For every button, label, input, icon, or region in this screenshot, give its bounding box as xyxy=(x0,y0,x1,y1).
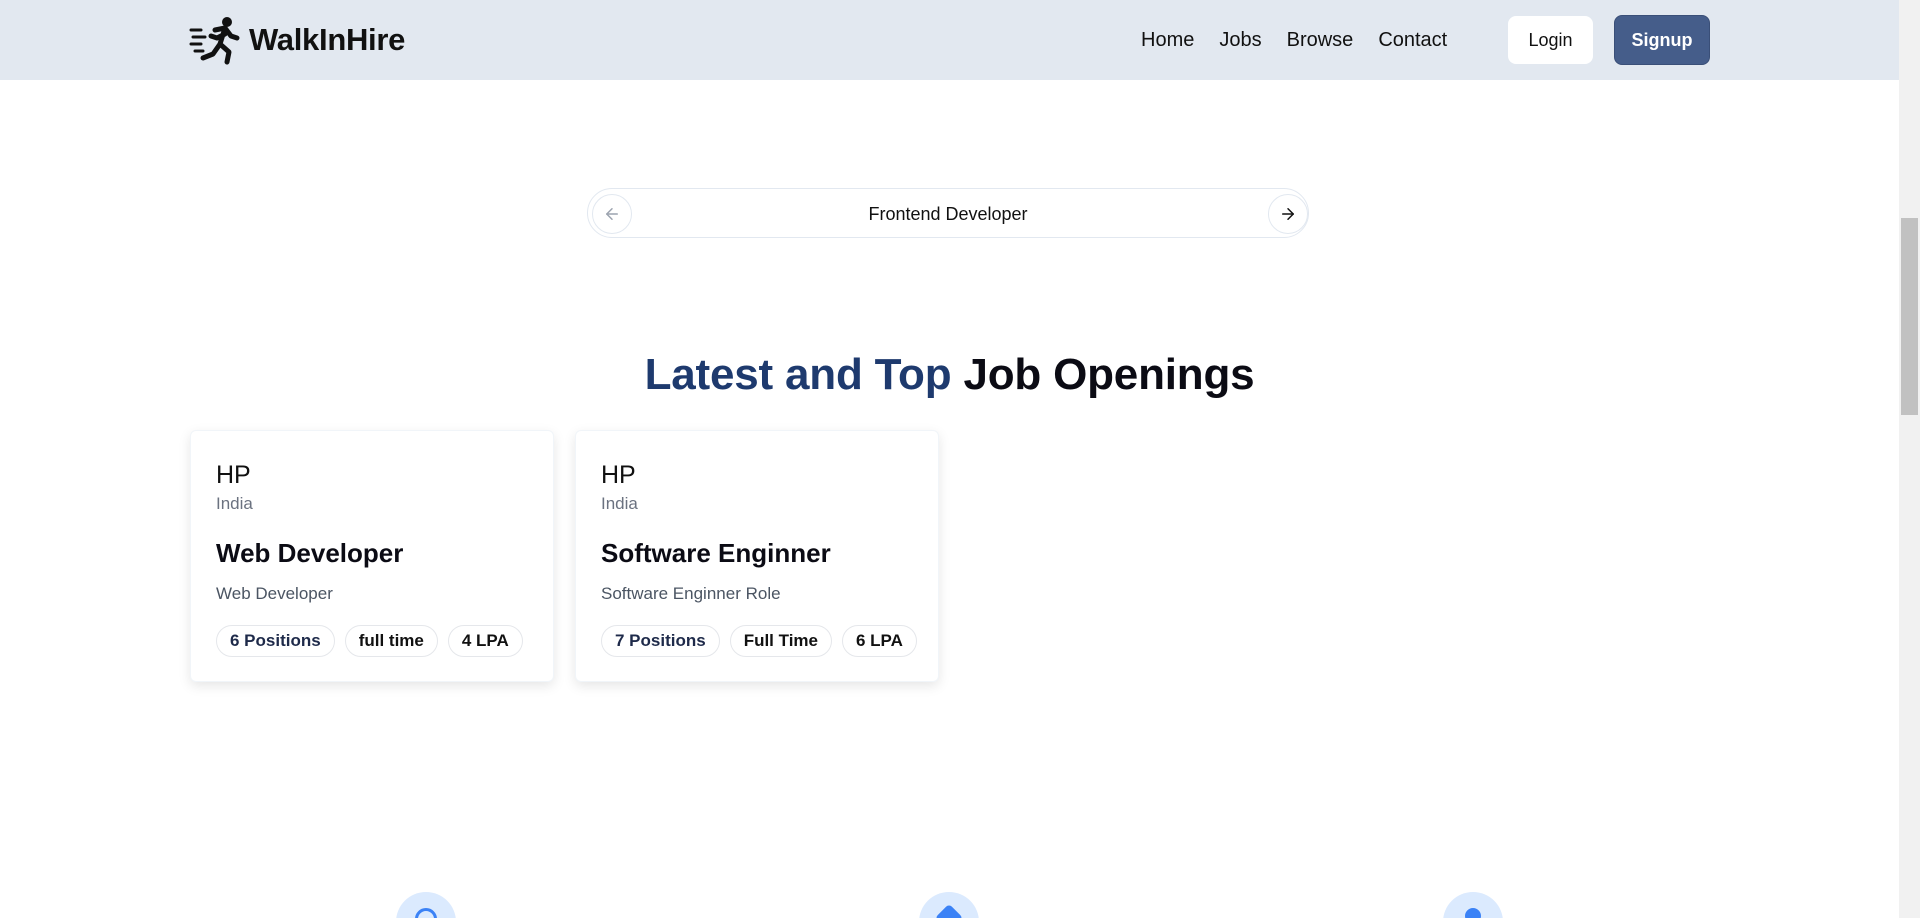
nav-link-contact[interactable]: Contact xyxy=(1378,29,1447,52)
job-badges: 6 Positions full time 4 LPA xyxy=(216,625,523,657)
positions-badge: 7 Positions xyxy=(601,625,720,657)
feature-clock-icon xyxy=(396,892,456,918)
scrollbar-thumb[interactable] xyxy=(1901,218,1918,415)
company-name: HP xyxy=(601,461,636,489)
arrow-right-icon xyxy=(1282,208,1294,220)
job-card[interactable]: HP India Software Enginner Software Engi… xyxy=(575,430,939,682)
feature-layers-icon xyxy=(919,892,979,918)
job-title: Web Developer xyxy=(216,538,404,568)
feature-location-icon xyxy=(1443,892,1503,918)
job-type-badge: full time xyxy=(344,625,438,657)
salary-badge: 4 LPA xyxy=(447,625,523,657)
nav-link-jobs[interactable]: Jobs xyxy=(1219,29,1261,52)
brand-logo[interactable]: WalkInHire xyxy=(189,14,405,66)
job-card[interactable]: HP India Web Developer Web Developer 6 P… xyxy=(190,430,554,682)
section-title: Latest and Top Job Openings xyxy=(0,350,1899,400)
carousel-next-button[interactable] xyxy=(1268,194,1308,234)
company-name: HP xyxy=(216,461,251,489)
brand-name: WalkInHire xyxy=(249,22,406,57)
navbar: WalkInHire Home Jobs Browse Contact Logi… xyxy=(0,0,1899,80)
page-scrollbar[interactable] xyxy=(1899,0,1920,918)
nav-link-home[interactable]: Home xyxy=(1141,29,1194,52)
salary-badge: 6 LPA xyxy=(842,625,917,657)
signup-button[interactable]: Signup xyxy=(1614,15,1710,65)
carousel-item[interactable]: Frontend Developer xyxy=(588,189,1308,239)
arrow-left-icon xyxy=(606,208,618,220)
section-title-accent: Latest and Top xyxy=(644,350,952,399)
nav-link-browse[interactable]: Browse xyxy=(1287,29,1354,52)
job-description: Software Enginner Role xyxy=(601,584,781,603)
job-description: Web Developer xyxy=(216,584,333,603)
job-location: India xyxy=(601,494,638,513)
positions-badge: 6 Positions xyxy=(216,625,335,657)
main-nav: Home Jobs Browse Contact xyxy=(1141,0,1447,80)
job-type-badge: Full Time xyxy=(729,625,832,657)
job-location: India xyxy=(216,494,253,513)
category-carousel: Frontend Developer xyxy=(587,188,1309,238)
login-button[interactable]: Login xyxy=(1508,16,1593,64)
carousel-prev-button[interactable] xyxy=(592,194,632,234)
section-title-rest: Job Openings xyxy=(963,350,1255,399)
job-title: Software Enginner xyxy=(601,538,831,568)
running-person-icon xyxy=(189,17,240,65)
job-badges: 7 Positions Full Time 6 LPA xyxy=(601,625,917,657)
